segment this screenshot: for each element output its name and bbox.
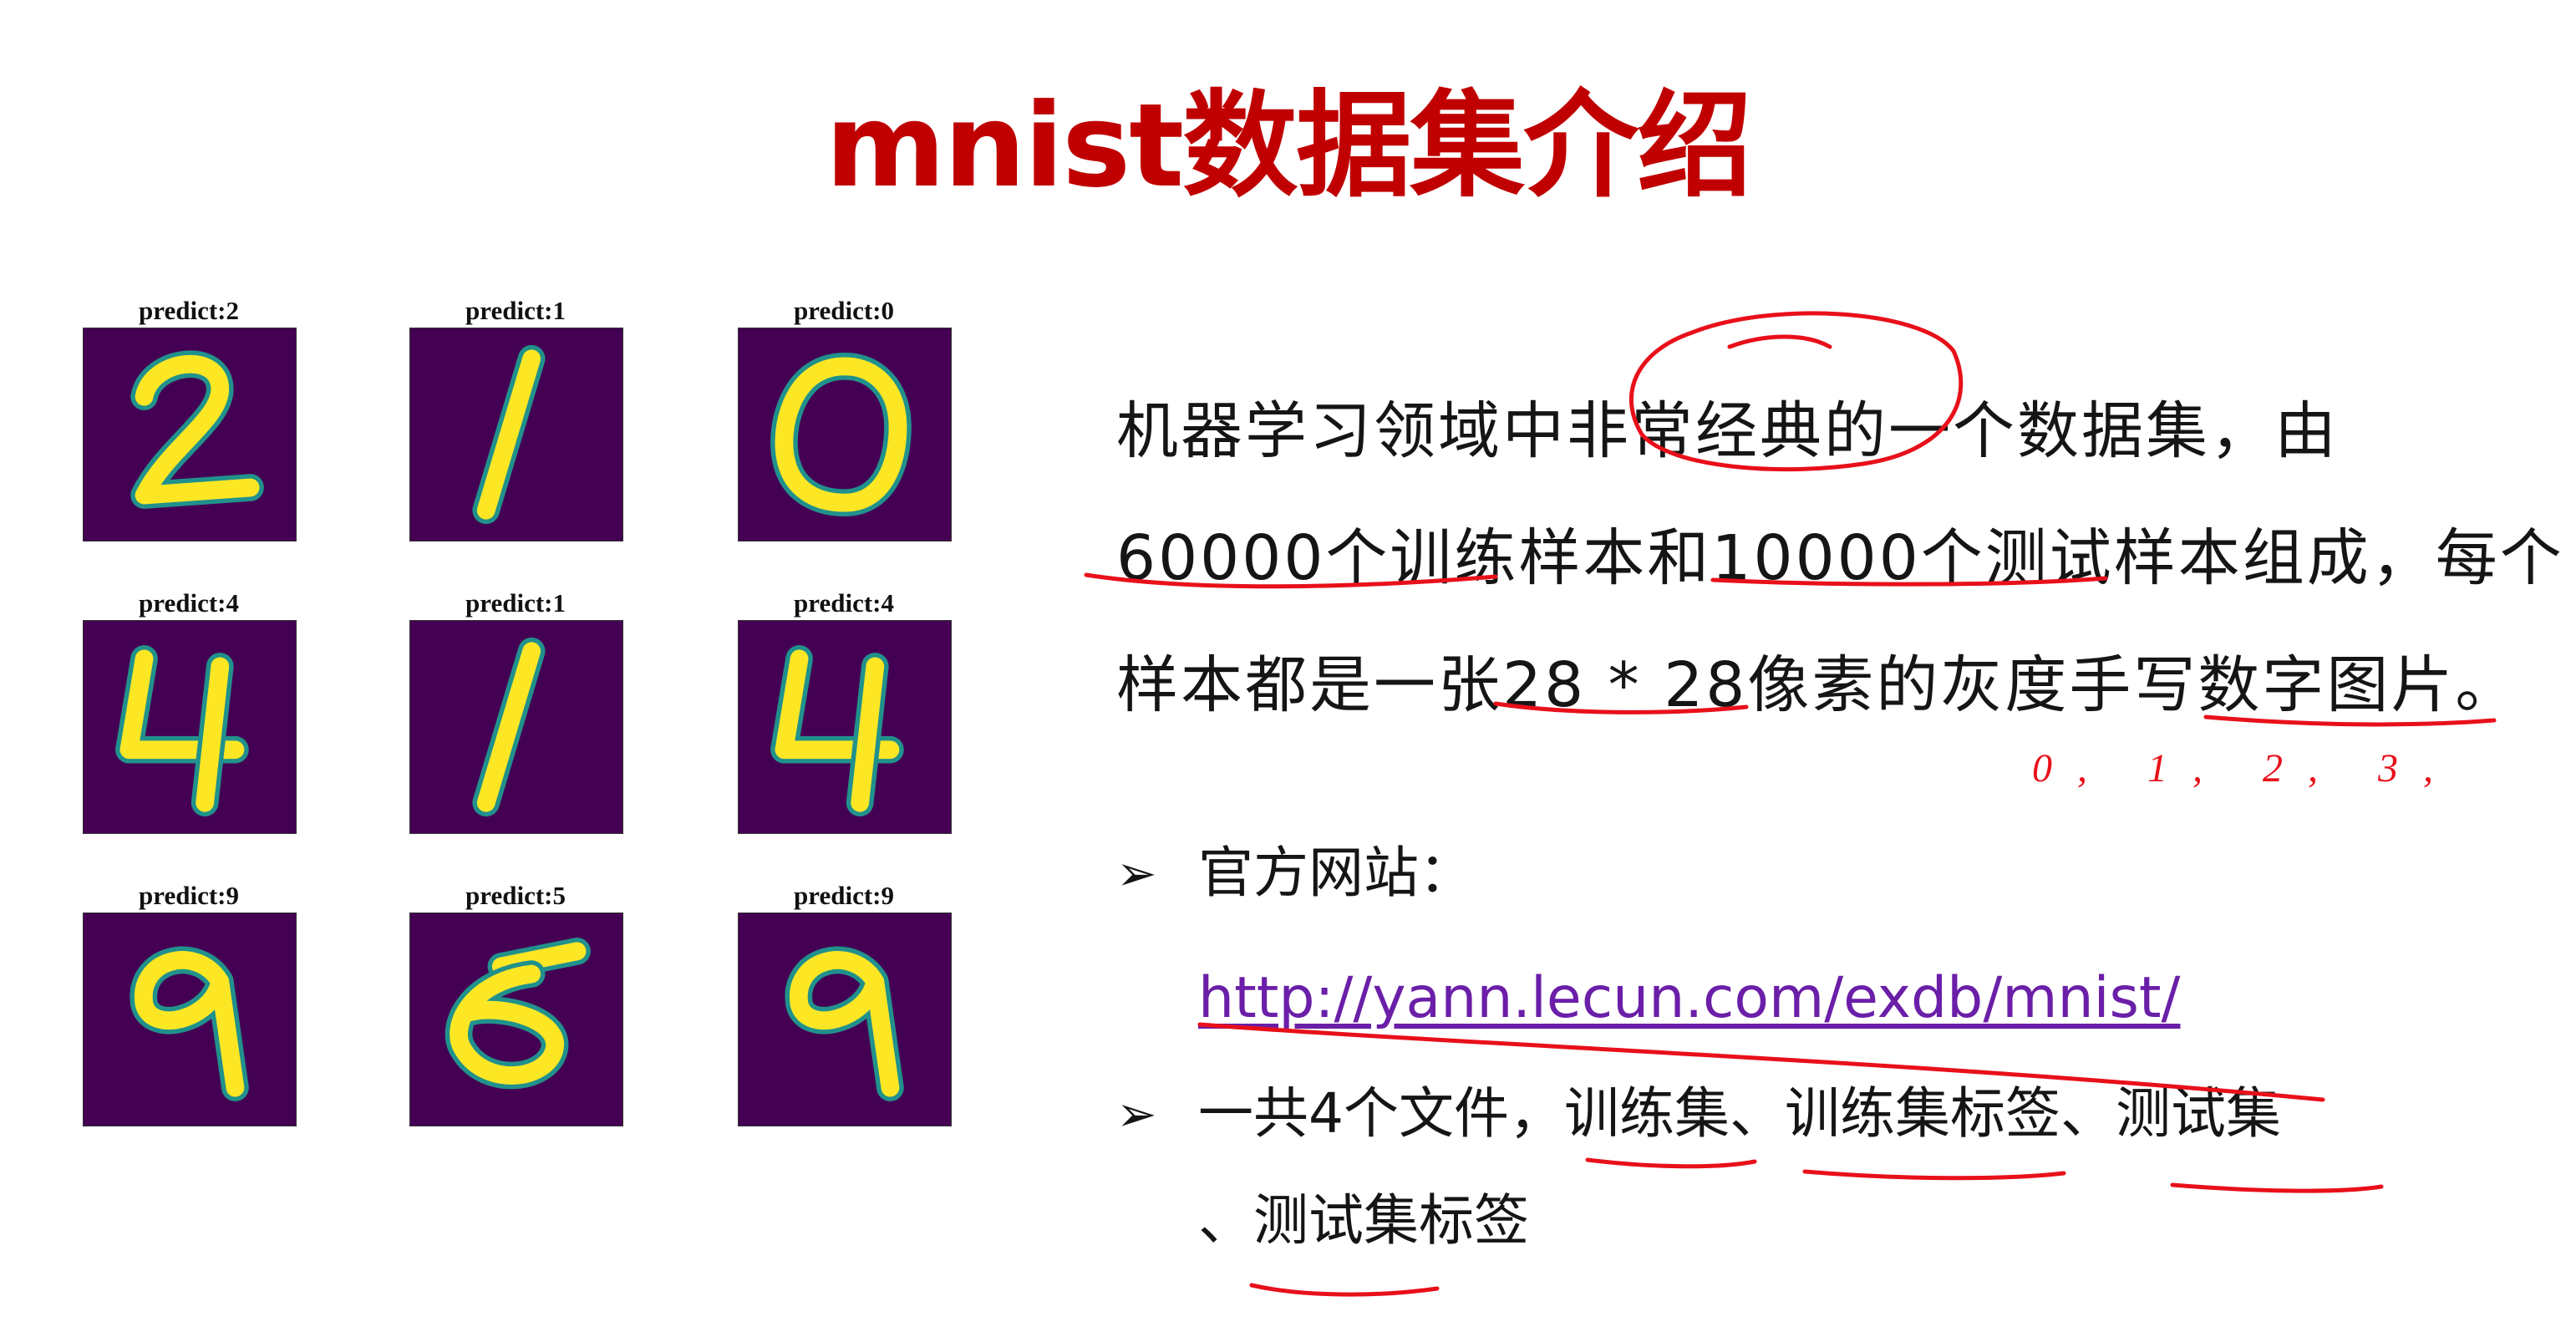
digit-stroke bbox=[476, 349, 541, 520]
sample-tile: predict:1 bbox=[407, 294, 624, 541]
digit-drawing bbox=[130, 350, 264, 509]
prediction-label: predict:1 bbox=[465, 296, 566, 325]
sample-tile: predict:2 bbox=[80, 294, 297, 541]
ink-underline bbox=[1802, 1169, 2066, 1181]
digit-drawing bbox=[472, 637, 546, 817]
digit-drawing bbox=[472, 344, 546, 525]
digit-drawing bbox=[445, 938, 591, 1090]
prediction-label: predict:4 bbox=[794, 588, 894, 618]
files-text: 一共4个文件，训练集、训练集标签、测试集 bbox=[1198, 1081, 2281, 1146]
digit-stroke bbox=[775, 357, 907, 512]
sample-tile: predict:0 bbox=[735, 294, 953, 541]
mnist-sample-grid: predict:2 predict:1 predict:0 predict:4 … bbox=[80, 294, 966, 1146]
paragraph-line: 机器学习领域中非常经典的一个数据集，由 bbox=[1116, 395, 2339, 467]
digit-drawing bbox=[770, 645, 904, 817]
slide: mnist数据集介绍 predict:2 predict:1 predict:0… bbox=[0, 0, 2576, 1332]
sample-tile: predict:4 bbox=[80, 587, 297, 834]
arrow-bullet-icon: ➢ bbox=[1116, 1085, 1157, 1142]
arrow-bullet-icon: ➢ bbox=[1116, 845, 1157, 902]
paragraph-line: 60000个训练样本和10000个测试样本组成，每个 bbox=[1116, 522, 2564, 594]
digit-image bbox=[738, 620, 952, 834]
ink-circle-tail bbox=[1727, 334, 1832, 349]
digit-image bbox=[738, 913, 952, 1126]
files-text-continuation: 、测试集标签 bbox=[1198, 1188, 1529, 1253]
sample-tile: predict:4 bbox=[735, 587, 953, 834]
ink-digits-note: 0, 1, 2, 3, bbox=[2032, 746, 2458, 791]
prediction-label: predict:4 bbox=[139, 588, 239, 618]
description-paragraph: 机器学习领域中非常经典的一个数据集，由 60000个训练样本和10000个测试样… bbox=[1116, 368, 2576, 749]
digit-image bbox=[409, 913, 623, 1126]
website-label: 官方网站： bbox=[1198, 841, 1474, 905]
digit-drawing bbox=[115, 645, 249, 817]
ink-underline bbox=[1249, 1283, 1440, 1297]
prediction-label: predict:1 bbox=[465, 588, 566, 618]
ink-underline bbox=[2170, 1182, 2384, 1193]
digit-stroke bbox=[476, 642, 541, 812]
paragraph-line: 样本都是一张28 * 28像素的灰度手写数字图片。 bbox=[1116, 649, 2520, 721]
prediction-label: predict:5 bbox=[465, 881, 566, 910]
digit-image bbox=[409, 620, 623, 834]
sample-tile: predict:5 bbox=[407, 879, 624, 1126]
sample-tile: predict:1 bbox=[407, 587, 624, 834]
sample-tile: predict:9 bbox=[735, 879, 953, 1126]
prediction-label: predict:9 bbox=[794, 881, 894, 910]
digit-image bbox=[738, 328, 952, 541]
digit-image bbox=[83, 913, 297, 1126]
digit-drawing bbox=[770, 353, 912, 516]
digit-drawing bbox=[785, 946, 904, 1101]
digit-image bbox=[409, 328, 623, 541]
mnist-website-link[interactable]: http://yann.lecun.com/exdb/mnist/ bbox=[1198, 953, 2180, 1045]
digit-image bbox=[83, 620, 297, 834]
prediction-label: predict:0 bbox=[794, 296, 894, 325]
digit-drawing bbox=[130, 946, 249, 1101]
prediction-label: predict:9 bbox=[139, 881, 239, 910]
digit-image bbox=[83, 328, 297, 541]
slide-title: mnist数据集介绍 bbox=[825, 79, 1752, 213]
sample-tile: predict:9 bbox=[80, 879, 297, 1126]
prediction-label: predict:2 bbox=[139, 296, 239, 325]
